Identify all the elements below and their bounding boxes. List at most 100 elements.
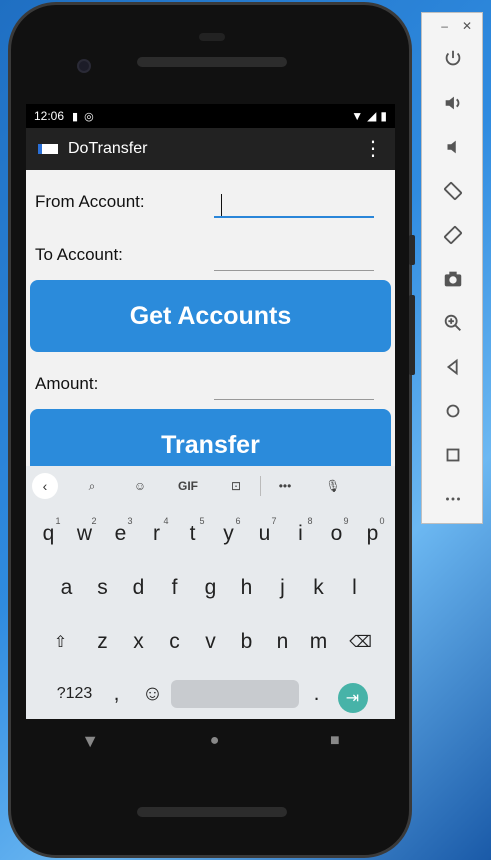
back-triangle-icon[interactable]: ▼ xyxy=(81,731,99,752)
key-s[interactable]: s xyxy=(85,566,121,610)
battery-icon: ▮ xyxy=(380,109,387,123)
key-q[interactable]: 1q xyxy=(31,512,67,556)
key-y[interactable]: 6y xyxy=(211,512,247,556)
to-account-input[interactable] xyxy=(214,243,374,271)
amount-input[interactable] xyxy=(214,372,374,400)
key-g[interactable]: g xyxy=(193,566,229,610)
text-caret xyxy=(221,194,222,216)
volume-down-button[interactable] xyxy=(422,127,484,167)
key-number-hint: 4 xyxy=(163,516,169,526)
volume-up-icon xyxy=(445,96,460,110)
key-u[interactable]: 7u xyxy=(247,512,283,556)
zoom-button[interactable] xyxy=(422,303,484,343)
status-time: 12:06 xyxy=(34,109,65,123)
key-b[interactable]: b xyxy=(229,620,265,664)
emoji-icon[interactable]: ☺ xyxy=(135,672,171,716)
more-horiz-icon[interactable]: ••• xyxy=(261,479,309,493)
key-h[interactable]: h xyxy=(229,566,265,610)
side-button xyxy=(409,235,415,265)
app-title: DoTransfer xyxy=(68,140,148,157)
key-label: t xyxy=(189,522,196,545)
signal-icon: ◢ xyxy=(367,109,377,123)
back-button[interactable] xyxy=(422,347,484,387)
power-button[interactable] xyxy=(422,39,484,79)
key-m[interactable]: m xyxy=(301,620,337,664)
search-icon[interactable]: ⌕ xyxy=(68,479,116,494)
key-e[interactable]: 3e xyxy=(103,512,139,556)
from-account-input[interactable] xyxy=(214,190,374,218)
sd-card-icon: ▮ xyxy=(72,110,79,123)
screenshot-button[interactable] xyxy=(422,259,484,299)
comma-key[interactable]: , xyxy=(99,672,135,716)
rotate-left-button[interactable] xyxy=(422,171,484,211)
overview-square-icon xyxy=(446,448,460,462)
rotate-left-icon xyxy=(444,182,462,200)
key-n[interactable]: n xyxy=(265,620,301,664)
volume-down-icon xyxy=(447,140,456,154)
home-button[interactable] xyxy=(422,391,484,431)
keyboard-row-4: ?123 , ☺ . ⇥ xyxy=(26,672,395,716)
zoom-icon xyxy=(444,314,461,331)
keyboard-row-3-letters: zxcvbnm xyxy=(85,620,337,664)
key-f[interactable]: f xyxy=(157,566,193,610)
more-options-button[interactable] xyxy=(422,479,484,519)
phone-screen: 12:06 ▮ ◎ ▼ ◢ ▮ DoTransfer ⋮ From Accoun… xyxy=(26,104,395,719)
key-c[interactable]: c xyxy=(157,620,193,664)
status-bar: 12:06 ▮ ◎ ▼ ◢ ▮ xyxy=(26,104,395,128)
translate-icon[interactable]: ⊡ xyxy=(212,479,260,493)
key-j[interactable]: j xyxy=(265,566,301,610)
side-button xyxy=(409,295,415,375)
backspace-icon[interactable]: ⌫ xyxy=(337,620,385,664)
chevron-left-icon[interactable]: ‹ xyxy=(32,473,58,499)
wifi-icon: ▼ xyxy=(351,109,364,123)
key-p[interactable]: 0p xyxy=(355,512,391,556)
key-r[interactable]: 4r xyxy=(139,512,175,556)
top-sensor xyxy=(199,33,225,41)
key-z[interactable]: z xyxy=(85,620,121,664)
key-d[interactable]: d xyxy=(121,566,157,610)
space-bar[interactable] xyxy=(170,680,299,708)
symbols-key[interactable]: ?123 xyxy=(51,672,99,716)
gif-button[interactable]: GIF xyxy=(164,479,212,493)
volume-up-button[interactable] xyxy=(422,83,484,123)
emulator-toolbar: – ✕ xyxy=(421,12,483,524)
key-i[interactable]: 8i xyxy=(283,512,319,556)
sticker-icon[interactable]: ☺ xyxy=(116,479,164,493)
key-l[interactable]: l xyxy=(337,566,373,610)
home-circle-icon[interactable]: ● xyxy=(210,732,220,750)
app-bar: DoTransfer ⋮ xyxy=(26,128,395,170)
key-a[interactable]: a xyxy=(49,566,85,610)
close-icon[interactable]: ✕ xyxy=(462,19,472,35)
overview-button[interactable] xyxy=(422,435,484,475)
rotate-right-button[interactable] xyxy=(422,215,484,255)
minimize-icon[interactable]: – xyxy=(441,19,448,35)
overview-square-icon[interactable]: ■ xyxy=(330,732,340,750)
sync-icon: ◎ xyxy=(84,110,94,123)
back-triangle-icon xyxy=(446,358,458,376)
key-w[interactable]: 2w xyxy=(67,512,103,556)
keyboard-row-2: asdfghjkl xyxy=(26,566,395,610)
key-v[interactable]: v xyxy=(193,620,229,664)
next-arrow-icon: ⇥ xyxy=(337,682,368,713)
key-t[interactable]: 5t xyxy=(175,512,211,556)
more-vert-icon[interactable]: ⋮ xyxy=(363,139,383,159)
rotate-right-icon xyxy=(444,226,462,244)
home-circle-icon xyxy=(446,404,460,418)
key-number-hint: 8 xyxy=(307,516,313,526)
key-k[interactable]: k xyxy=(301,566,337,610)
key-number-hint: 6 xyxy=(235,516,241,526)
enter-key[interactable]: ⇥ xyxy=(335,672,371,716)
period-key[interactable]: . xyxy=(299,672,335,716)
key-x[interactable]: x xyxy=(121,620,157,664)
to-account-label: To Account: xyxy=(35,245,123,264)
key-label: w xyxy=(76,522,93,545)
key-number-hint: 3 xyxy=(127,516,133,526)
key-number-hint: 1 xyxy=(55,516,61,526)
soft-keyboard: ‹ ⌕ ☺ GIF ⊡ ••• 🎙 1q2w3e4r5t6y7u8i9o0p a… xyxy=(26,466,395,719)
key-o[interactable]: 9o xyxy=(319,512,355,556)
microphone-icon[interactable]: 🎙 xyxy=(309,479,357,493)
get-accounts-button[interactable]: Get Accounts xyxy=(30,280,391,352)
shift-icon[interactable]: ⇧ xyxy=(37,620,85,664)
power-icon xyxy=(445,50,461,66)
key-label: i xyxy=(298,522,303,545)
